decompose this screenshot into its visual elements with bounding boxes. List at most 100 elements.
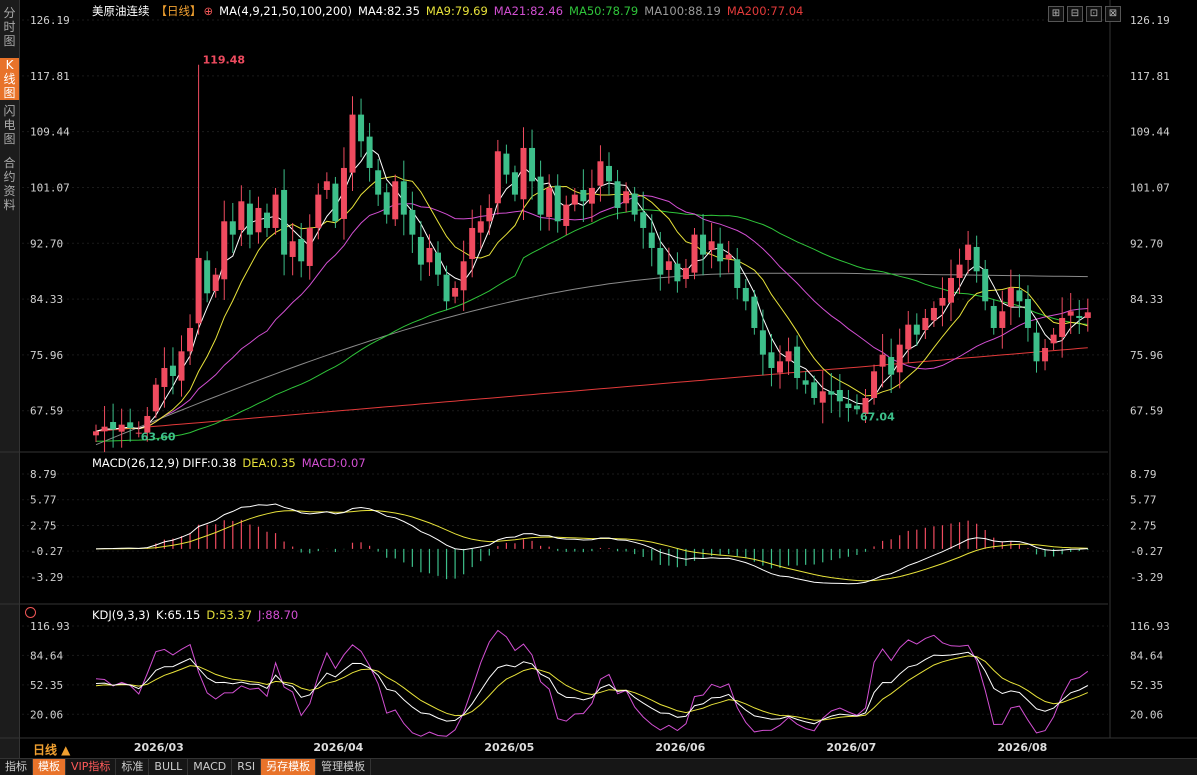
toolbar-tab-4[interactable]: BULL xyxy=(149,759,189,775)
candle-body xyxy=(238,201,245,230)
candle-body xyxy=(623,191,630,204)
toolbar-tab-8[interactable]: 管理模板 xyxy=(316,759,372,775)
toolbar-tab-3[interactable]: 标准 xyxy=(116,759,150,775)
candle-body xyxy=(691,234,698,273)
candle-body xyxy=(588,187,595,204)
bottom-toolbar: 指标 模板 VIP指标 标准 BULL MACD RSI 另存模板 管理模板 xyxy=(0,758,1197,775)
candle-body xyxy=(734,259,741,288)
candle-body xyxy=(435,252,441,275)
candle-body xyxy=(853,405,860,410)
candle-body xyxy=(879,354,886,367)
period-selector[interactable]: 日线 ▲ xyxy=(33,741,70,758)
candle-body xyxy=(674,263,681,282)
candle-body xyxy=(606,165,612,182)
toolbar-tab-0[interactable]: 指标 xyxy=(0,759,33,775)
price-header: 美原油连续 【日线】 ⊕ MA(4,9,21,50,100,200) MA4:82.35… xyxy=(92,3,809,19)
toolbar-tab-1[interactable]: 模板 xyxy=(33,759,66,775)
candle-body xyxy=(366,136,373,168)
candle-body xyxy=(323,181,330,190)
toolbar-tab-6[interactable]: RSI xyxy=(232,759,262,775)
period-tag[interactable]: 【日线】 xyxy=(156,4,202,18)
candle-body xyxy=(554,185,561,222)
price-tick-left-1: 117.81 xyxy=(30,70,70,83)
candle-body xyxy=(708,241,715,250)
candle-body xyxy=(785,351,792,362)
high-label: 119.48 xyxy=(203,54,245,67)
candle-body xyxy=(460,261,467,291)
ma50-value: MA50:78.79 xyxy=(569,4,639,18)
candle-body xyxy=(101,426,108,432)
candle-body xyxy=(306,227,313,266)
candle-body xyxy=(990,305,997,328)
date-label-1: 2026/04 xyxy=(313,741,363,754)
candle-body xyxy=(1042,347,1049,362)
candle-body xyxy=(648,232,655,248)
ma-params: MA(4,9,21,50,100,200) xyxy=(219,4,352,18)
candle-body xyxy=(597,161,604,186)
candle-body xyxy=(802,380,809,385)
shrink-icon[interactable]: ⊟ xyxy=(1067,6,1083,22)
candle-body xyxy=(169,365,176,376)
price-tick-right-0: 126.19 xyxy=(1130,14,1170,27)
candle-body xyxy=(777,361,783,373)
ma21-value: MA21:82.46 xyxy=(493,4,564,18)
candle-body xyxy=(580,189,587,202)
macd-tick-left-1: 5.77 xyxy=(30,494,57,507)
price-tick-left-2: 109.44 xyxy=(30,126,70,139)
kdj-tick-right-2: 52.35 xyxy=(1130,679,1163,692)
price-tick-right-6: 75.96 xyxy=(1130,349,1163,362)
candle-body xyxy=(700,234,707,255)
candle-body xyxy=(426,247,433,263)
candle-body xyxy=(1084,312,1091,318)
price-tick-right-1: 117.81 xyxy=(1130,70,1170,83)
macd-tick-left-4: -3.29 xyxy=(30,571,63,584)
macd-value: MACD:0.07 xyxy=(301,456,366,470)
candle-body xyxy=(571,194,578,205)
kdj-j: J:88.70 xyxy=(258,608,299,622)
candle-body xyxy=(871,371,878,398)
kdj-d-line xyxy=(95,655,1088,721)
candle-body xyxy=(913,324,920,335)
kdj-tick-left-3: 20.06 xyxy=(30,708,63,721)
candle-body xyxy=(315,194,322,228)
candle-body xyxy=(982,268,989,302)
candle-body xyxy=(272,194,279,228)
candle-body xyxy=(127,422,134,428)
restore-icon[interactable]: ⊡ xyxy=(1086,6,1102,22)
ma200-value: MA200:77.04 xyxy=(726,4,804,18)
macd-header: MACD(26,12,9) DIFF:0.38 DEA:0.35 MACD:0.07 xyxy=(92,456,372,470)
price-tick-left-3: 101.07 xyxy=(30,181,70,194)
candle-body xyxy=(511,172,518,195)
ma9-value: MA9:79.69 xyxy=(425,4,488,18)
candle-body xyxy=(187,327,194,352)
chart-canvas[interactable]: 126.19 126.19 117.81 117.81 109.44 109.44 101.… xyxy=(0,0,1197,774)
date-label-4: 2026/07 xyxy=(826,741,876,754)
close-kdj-icon[interactable] xyxy=(25,607,36,618)
macd-tick-right-1: 5.77 xyxy=(1130,494,1157,507)
candle-body xyxy=(999,311,1006,328)
kdj-tick-right-1: 84.64 xyxy=(1130,649,1163,662)
candle-body xyxy=(537,176,544,215)
macd-title: MACD(26,12,9) xyxy=(92,456,180,470)
candle-body xyxy=(1059,317,1066,337)
candle-body xyxy=(939,297,946,306)
candle-body xyxy=(204,260,211,294)
candle-body xyxy=(1016,290,1023,302)
price-tick-right-5: 84.33 xyxy=(1130,293,1163,306)
candle-body xyxy=(289,241,296,257)
price-tick-right-2: 109.44 xyxy=(1130,126,1170,139)
close-icon[interactable]: ⊠ xyxy=(1105,6,1121,22)
price-tick-right-4: 92.70 xyxy=(1130,237,1163,250)
candle-body xyxy=(392,181,399,220)
toolbar-tab-5[interactable]: MACD xyxy=(188,759,233,775)
candle-body xyxy=(836,389,843,402)
toolbar-tab-7[interactable]: 另存模板 xyxy=(261,759,317,775)
candle-body xyxy=(956,264,963,278)
settings-icon[interactable]: ⊕ xyxy=(204,4,214,18)
expand-icon[interactable]: ⊞ xyxy=(1048,6,1064,22)
candle-body xyxy=(657,247,664,275)
candle-body xyxy=(178,351,185,381)
macd-dea: DEA:0.35 xyxy=(242,456,296,470)
toolbar-tab-2[interactable]: VIP指标 xyxy=(66,759,117,775)
candle-body xyxy=(1007,287,1014,307)
